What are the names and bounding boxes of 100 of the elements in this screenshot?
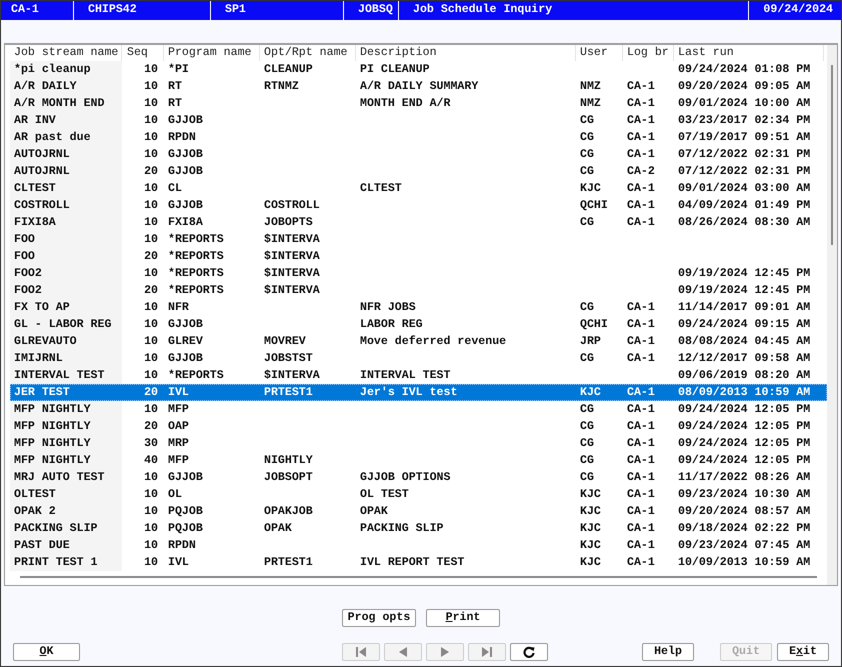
table-row[interactable]: JER TEST 20 IVL PRTEST1 Jer's IVL test KJC CA-1 08/09/2013 10:59 AM [10,384,827,401]
program-cell-text: CL [167,181,183,197]
branch-cell-text: CA-1 [626,198,656,214]
user-cell-text: CG [579,351,595,367]
table-row[interactable]: PACKING SLIP 10 PQJOB OPAK PACKING SLIP KJC CA-1 09/18/2024 02:22 PM [10,520,827,537]
branch-cell-text: CA-1 [626,402,656,418]
branch-cell-text: CA-1 [626,470,656,486]
user-cell-text: NMZ [579,79,602,95]
option-cell-text: $INTERVA [263,283,321,299]
program-cell-text: *PI [167,62,190,78]
branch-cell-text: CA-1 [626,351,656,367]
last-run-cell-text: 09/24/2024 12:05 PM [677,402,812,418]
description-cell-text: IVL REPORT TEST [359,555,466,571]
branch-cell-text: CA-1 [626,147,656,163]
vertical-scrollbar[interactable] [827,45,837,585]
seq-cell-text: 20 [143,164,159,180]
title-segment: CA-1 [1,1,74,20]
table-row[interactable]: FIXI8A 10 FXI8A JOBOPTS CG CA-1 08/26/2024 08:30 AM [10,214,827,231]
user-cell-text: KJC [579,555,602,571]
column-header[interactable]: Seq [122,45,164,61]
table-row[interactable]: A/R MONTH END 10 RT MONTH END A/R NMZ CA-1 09/01/2024 10:00 AM [10,95,827,112]
table-row[interactable]: MFP NIGHTLY 40 MFP NIGHTLY CG CA-1 09/24/2024 12:05 PM [10,452,827,469]
table-row[interactable]: GLREVAUTO 10 GLREV MOVREV Move deferred revenue JRP CA-1 08/08/2024 04:45 AM [10,333,827,350]
table-row[interactable]: AUTOJRNL 20 GJJOB CG CA-2 07/12/2022 02:31 PM [10,163,827,180]
last-run-cell-text: 09/24/2024 09:15 AM [677,317,812,333]
last-run-cell-text: 09/19/2024 12:45 PM [677,266,812,282]
table-row[interactable]: PRINT TEST 1 10 IVL PRTEST1 IVL REPORT TEST KJC CA-1 10/09/2013 10:59 AM [10,554,827,571]
program-cell-text: IVL [167,555,190,571]
job-name-cell: *pi cleanup [10,61,122,78]
next-icon [439,646,451,658]
table-row[interactable]: MFP NIGHTLY 10 MFP CG CA-1 09/24/2024 12:05 PM [10,401,827,418]
branch-cell-text: CA-1 [626,436,656,452]
action-button[interactable]: Prog opts [342,609,416,627]
description-cell-text: INTERVAL TEST [359,368,452,384]
branch-cell-text: CA-1 [626,453,656,469]
table-row[interactable]: FOO 10 *REPORTS $INTERVA [10,231,827,248]
description-cell-text: PACKING SLIP [359,521,444,537]
column-header[interactable]: Last run [674,45,824,61]
table-row[interactable]: INTERVAL TEST 10 *REPORTS $INTERVA INTERVAL TEST 09/06/2019 08:20 AM [10,367,827,384]
table-row[interactable]: AR past due 10 RPDN CG CA-1 07/19/2017 09:51 AM [10,129,827,146]
program-cell-text: PQJOB [167,521,204,537]
refresh-icon [523,646,535,658]
last-run-cell-text: 07/19/2017 09:51 AM [677,130,812,146]
table-row[interactable]: A/R DAILY 10 RT RTNMZ A/R DAILY SUMMARY NMZ CA-1 09/20/2024 09:05 AM [10,78,827,95]
branch-cell-text: CA-1 [626,317,656,333]
last-run-cell-text: 09/01/2024 03:00 AM [677,181,812,197]
branch-cell-text: CA-2 [626,164,656,180]
table-row[interactable]: AUTOJRNL 10 GJJOB CG CA-1 07/12/2022 02:31 PM [10,146,827,163]
table-row[interactable]: IMIJRNL 10 GJJOB JOBSTST CG CA-1 12/12/2017 09:58 AM [10,350,827,367]
option-cell-text: JOBSTST [263,351,314,367]
table-row[interactable]: MFP NIGHTLY 20 OAP CG CA-1 09/24/2024 12:05 PM [10,418,827,435]
job-name-cell: PACKING SLIP [10,520,122,537]
branch-cell-text: CA-1 [626,181,656,197]
user-cell-text: CG [579,164,595,180]
table-row[interactable]: FX TO AP 10 NFR NFR JOBS CG CA-1 11/14/2017 09:01 AM [10,299,827,316]
user-cell-text: CG [579,470,595,486]
last-run-cell-text: 09/19/2024 12:45 PM [677,283,812,299]
title-segment: JOBSQ [344,1,399,20]
title-segment: SP1 [211,1,344,20]
description-cell-text: MONTH END A/R [359,96,452,112]
footer-button[interactable]: Exit [777,643,829,661]
table-row[interactable]: *pi cleanup 10 *PI CLEANUP PI CLEANUP 09/24/2024 01:08 PM [10,61,827,78]
column-header[interactable]: Description [356,45,576,61]
description-cell-text: A/R DAILY SUMMARY [359,79,480,95]
table-row[interactable]: MFP NIGHTLY 30 MRP CG CA-1 09/24/2024 12:05 PM [10,435,827,452]
table-row[interactable]: FOO2 20 *REPORTS $INTERVA 09/19/2024 12:45 PM [10,282,827,299]
last-run-cell-text: 09/24/2024 12:05 PM [677,453,812,469]
table-row[interactable]: OLTEST 10 OL OL TEST KJC CA-1 09/23/2024 10:30 AM [10,486,827,503]
branch-cell-text: CA-1 [626,96,656,112]
table-row[interactable]: CLTEST 10 CL CLTEST KJC CA-1 09/01/2024 03:00 AM [10,180,827,197]
table-row[interactable]: OPAK 2 10 PQJOB OPAKJOB OPAK KJC CA-1 09/20/2024 08:57 AM [10,503,827,520]
refresh-button[interactable] [510,643,548,661]
table-row[interactable]: GL - LABOR REG 10 GJJOB LABOR REG QCHI CA-1 09/24/2024 09:15 AM [10,316,827,333]
last-run-cell-text: 09/01/2024 10:00 AM [677,96,812,112]
footer-button[interactable]: Help [642,643,694,661]
branch-cell-text: CA-1 [626,300,656,316]
date-label: 09/24/2024 [762,2,834,18]
table-row[interactable]: COSTROLL 10 GJJOB COSTROLL QCHI CA-1 04/09/2024 01:49 PM [10,197,827,214]
table-row[interactable]: MRJ AUTO TEST 10 GJJOB JOBSOPT GJJOB OPTIONS CG CA-1 11/17/2022 08:26 AM [10,469,827,486]
seq-cell-text: 10 [143,181,159,197]
column-header[interactable]: Program name [164,45,260,61]
program-cell-text: GJJOB [167,164,204,180]
table-row[interactable]: PAST DUE 10 RPDN KJC CA-1 09/23/2024 07:45 AM [10,537,827,554]
column-header[interactable]: Opt/Rpt name [260,45,356,61]
job-name-cell: MFP NIGHTLY [10,452,122,469]
ok-button[interactable]: OK [13,643,80,661]
column-header[interactable]: User [576,45,623,61]
last-run-cell-text: 09/18/2024 02:22 PM [677,521,812,537]
horizontal-scrollbar[interactable] [20,576,817,578]
program-cell-text: *REPORTS [167,368,225,384]
table-row[interactable]: AR INV 10 GJJOB CG CA-1 03/23/2017 02:34 PM [10,112,827,129]
job-name-cell: COSTROLL [10,197,122,214]
option-cell-text: RTNMZ [263,79,300,95]
table-row[interactable]: FOO 20 *REPORTS $INTERVA [10,248,827,265]
column-header[interactable]: Log br [623,45,674,61]
job-name-cell-text: JER TEST [13,385,71,401]
job-name-cell: AR INV [10,112,122,129]
action-button[interactable]: Print [426,609,500,627]
table-row[interactable]: FOO2 10 *REPORTS $INTERVA 09/19/2024 12:45 PM [10,265,827,282]
user-cell-text: KJC [579,521,602,537]
